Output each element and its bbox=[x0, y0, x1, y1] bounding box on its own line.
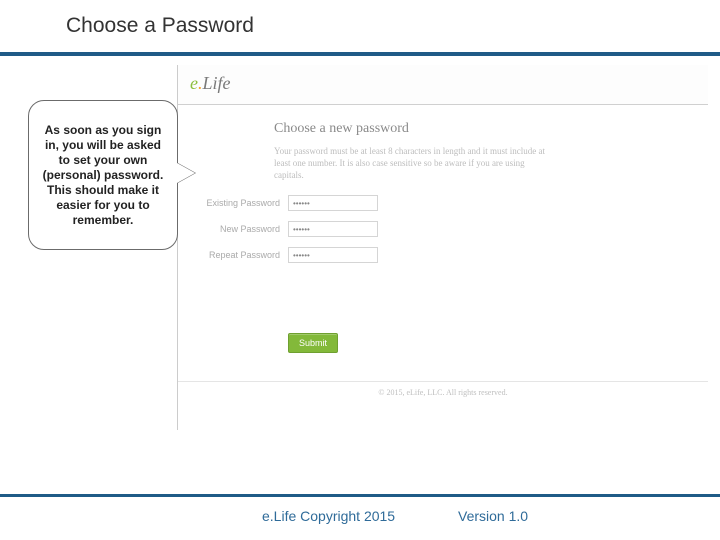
logo-e: e bbox=[190, 73, 198, 93]
field-repeat-password: Repeat Password bbox=[192, 247, 692, 269]
input-existing-password[interactable] bbox=[288, 195, 378, 211]
logo-rest: Life bbox=[203, 73, 231, 93]
page-title: Choose a Password bbox=[66, 14, 254, 38]
app-screenshot: e.Life Choose a new password Your passwo… bbox=[177, 65, 707, 430]
submit-button[interactable]: Submit bbox=[288, 333, 338, 353]
footer-copyright: e.Life Copyright 2015 bbox=[262, 508, 395, 524]
form-title: Choose a new password bbox=[274, 121, 409, 137]
callout-text: As soon as you sign in, you will be aske… bbox=[39, 123, 167, 228]
logo-bar: e.Life bbox=[178, 65, 708, 105]
footer-rule bbox=[0, 494, 720, 497]
field-new-password: New Password bbox=[192, 221, 692, 243]
elife-logo: e.Life bbox=[190, 73, 231, 94]
footer-version: Version 1.0 bbox=[458, 508, 528, 524]
label-repeat-password: Repeat Password bbox=[160, 250, 280, 260]
input-repeat-password[interactable] bbox=[288, 247, 378, 263]
input-new-password[interactable] bbox=[288, 221, 378, 237]
label-new-password: New Password bbox=[160, 224, 280, 234]
title-bar: Choose a Password bbox=[0, 0, 720, 56]
title-underline bbox=[0, 52, 720, 56]
screenshot-footer: © 2015, eLife, LLC. All rights reserved. bbox=[178, 381, 708, 397]
slide-footer: e.Life Copyright 2015 Version 1.0 bbox=[0, 494, 720, 540]
label-existing-password: Existing Password bbox=[160, 198, 280, 208]
form-hint: Your password must be at least 8 charact… bbox=[274, 145, 554, 181]
instruction-callout: As soon as you sign in, you will be aske… bbox=[28, 100, 178, 250]
field-existing-password: Existing Password bbox=[192, 195, 692, 217]
